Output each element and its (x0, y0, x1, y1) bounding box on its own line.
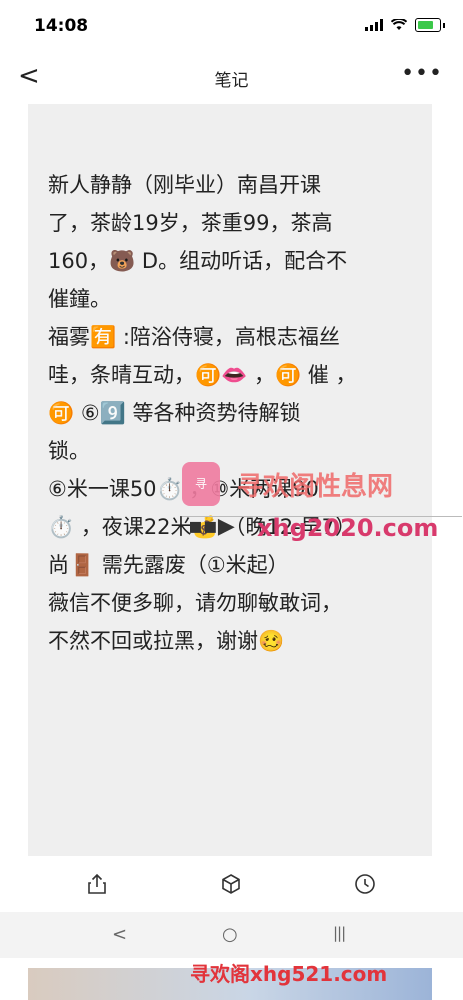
note-line: 新人静静（刚毕业）南昌开课 (48, 173, 321, 197)
note-line: 160，🐻 D。组动听话，配合不 (48, 249, 348, 273)
share-icon[interactable] (85, 872, 109, 896)
system-back-button[interactable]: < (112, 924, 127, 945)
note-line: 催鐘。 (48, 287, 111, 311)
note-card: 新人静静（刚毕业）南昌开课 了，茶龄19岁，茶重99，茶高 160，🐻 D。组动… (28, 104, 432, 856)
battery-tip (443, 22, 445, 28)
cube-icon[interactable] (219, 872, 243, 896)
battery-icon (415, 18, 441, 32)
nav-bar: < 笔记 ••• (0, 55, 463, 99)
system-nav-bar: < ○ ||| (0, 912, 463, 958)
wifi-icon (391, 19, 407, 30)
system-recents-button[interactable]: ||| (333, 924, 346, 942)
status-bar: 14:08 (0, 0, 463, 50)
status-icons (365, 18, 445, 32)
note-toolbar (0, 862, 463, 908)
note-line: 🉑 ⑥9️⃣ 等各种资势待解锁 (48, 401, 301, 425)
note-body[interactable]: 新人静静（刚毕业）南昌开课 了，茶龄19岁，茶重99，茶高 160，🐻 D。组动… (48, 166, 418, 660)
watermark-bottom: 寻欢阁xhg521.com (190, 962, 388, 986)
note-line: 薇信不便多聊，请勿聊敏敢词， (48, 591, 342, 615)
page-title: 笔记 (214, 71, 249, 91)
note-line: 福雾🈶 :陪浴侍寝，高根志福丝 (48, 325, 340, 349)
clock-icon[interactable] (353, 872, 377, 896)
system-home-button[interactable]: ○ (222, 924, 238, 945)
status-time: 14:08 (34, 16, 89, 36)
note-line: 锁。 (48, 439, 90, 463)
more-options-button[interactable]: ••• (401, 61, 443, 86)
note-line: ⏱️ ，夜课22米💰 （晚12-早7） (48, 515, 357, 539)
note-line: ⑥米一课50⏱️ ，⑩米两课90 (48, 477, 319, 501)
signal-icon (365, 19, 383, 31)
note-line: 哇，条晴互动，🉑👄 ，🉑 催 ， (48, 363, 357, 387)
note-line: 尚🚪 需先露废（①米起） (48, 553, 289, 577)
note-line: 了，茶龄19岁，茶重99，茶高 (48, 211, 333, 235)
note-line: 不然不回或拉黑，谢谢🥴 (48, 629, 285, 653)
